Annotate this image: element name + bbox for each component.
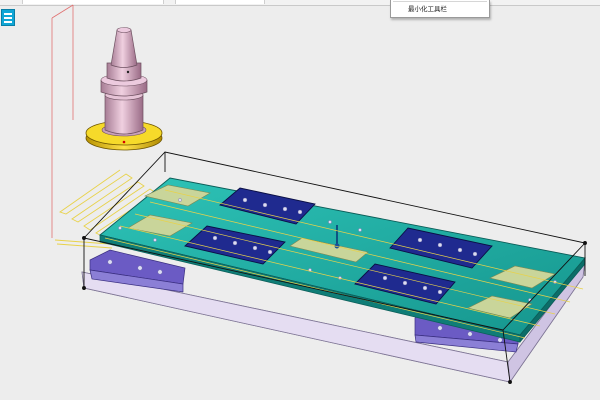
axis-lines (51, 4, 74, 238)
tool-tip-icon (122, 140, 126, 144)
tool-holder-icon (126, 70, 130, 74)
3d-viewport[interactable] (0, 0, 600, 400)
tool-holder (85, 27, 163, 151)
